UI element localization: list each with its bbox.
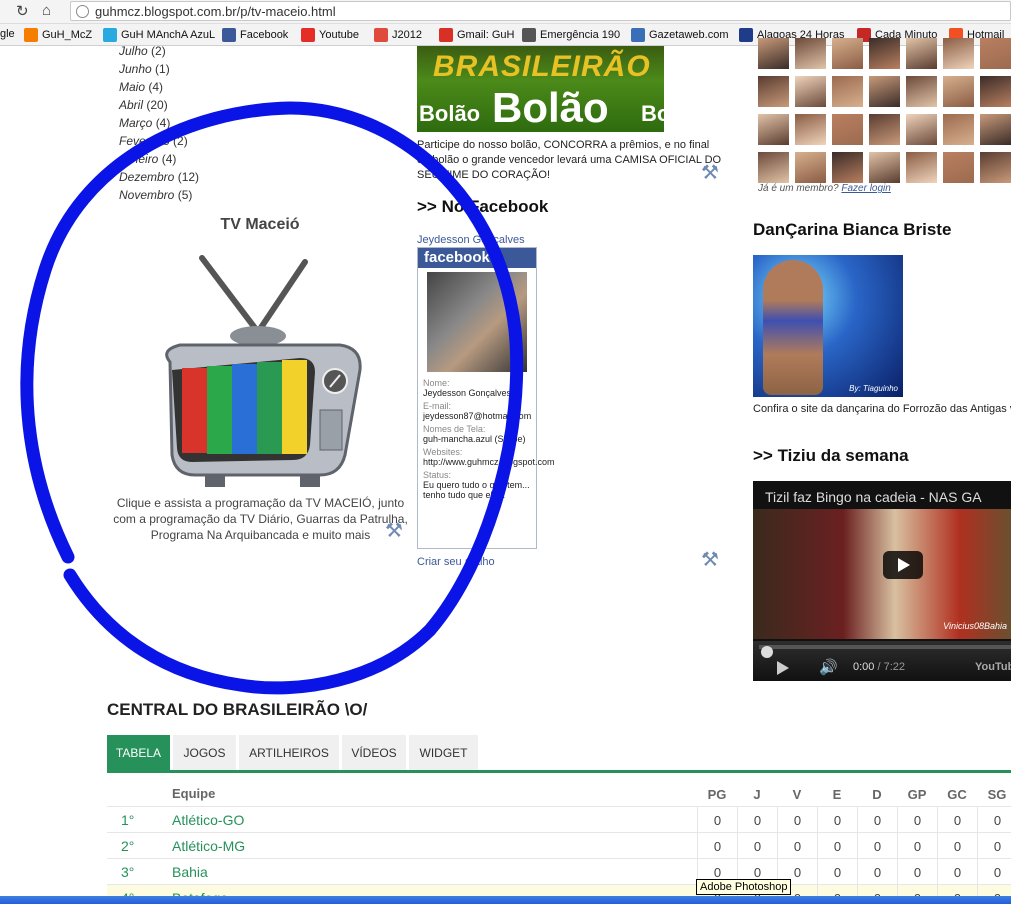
windows-taskbar (0, 896, 1011, 904)
drawn-circle-annotation (20, 101, 524, 695)
taskbar-tooltip: Adobe Photoshop (696, 879, 792, 895)
